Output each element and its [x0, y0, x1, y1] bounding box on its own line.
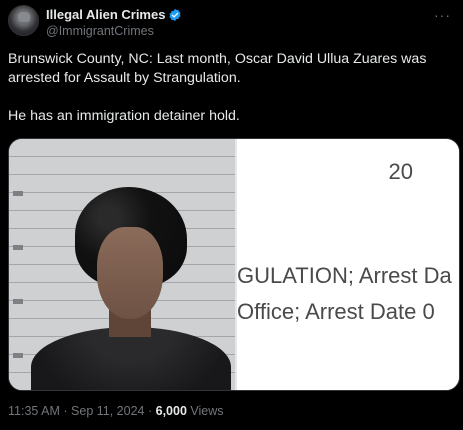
document-image[interactable]: 20 GULATION; Arrest Da Office; Arrest Da… [235, 139, 459, 390]
more-horizontal-icon[interactable]: ··· [434, 7, 451, 23]
name-row: Illegal Alien Crimes [46, 7, 182, 22]
display-name[interactable]: Illegal Alien Crimes [46, 7, 165, 22]
mugshot-photo[interactable] [9, 139, 235, 390]
tweet-date[interactable]: Sep 11, 2024 [71, 404, 144, 418]
height-chart-marker [13, 299, 23, 304]
document-line-1: GULATION; Arrest Da [237, 263, 452, 288]
handle[interactable]: @ImmigrantCrimes [46, 24, 154, 38]
tweet-text: Brunswick County, NC: Last month, Oscar … [8, 51, 427, 124]
avatar[interactable] [8, 5, 39, 36]
person-face [97, 227, 163, 319]
tweet-media[interactable]: 20 GULATION; Arrest Da Office; Arrest Da… [8, 138, 460, 391]
height-chart-marker [13, 353, 23, 358]
meta-separator: · [63, 404, 68, 418]
document-line-2: Office; Arrest Date 0 [237, 299, 435, 324]
document-year: 20 [388, 159, 413, 184]
tweet-time[interactable]: 11:35 AM [8, 404, 60, 418]
meta-separator: · [147, 404, 153, 418]
tweet-meta: 11:35 AM · Sep 11, 2024 · 6,000 Views [8, 404, 224, 418]
verified-badge-icon [168, 8, 182, 22]
height-chart-marker [13, 191, 23, 196]
height-chart-marker [13, 245, 23, 250]
views-count: 6,000 [155, 404, 187, 418]
tweet-header: Illegal Alien Crimes @ImmigrantCrimes ··… [8, 5, 455, 41]
views-label: Views [190, 404, 224, 418]
